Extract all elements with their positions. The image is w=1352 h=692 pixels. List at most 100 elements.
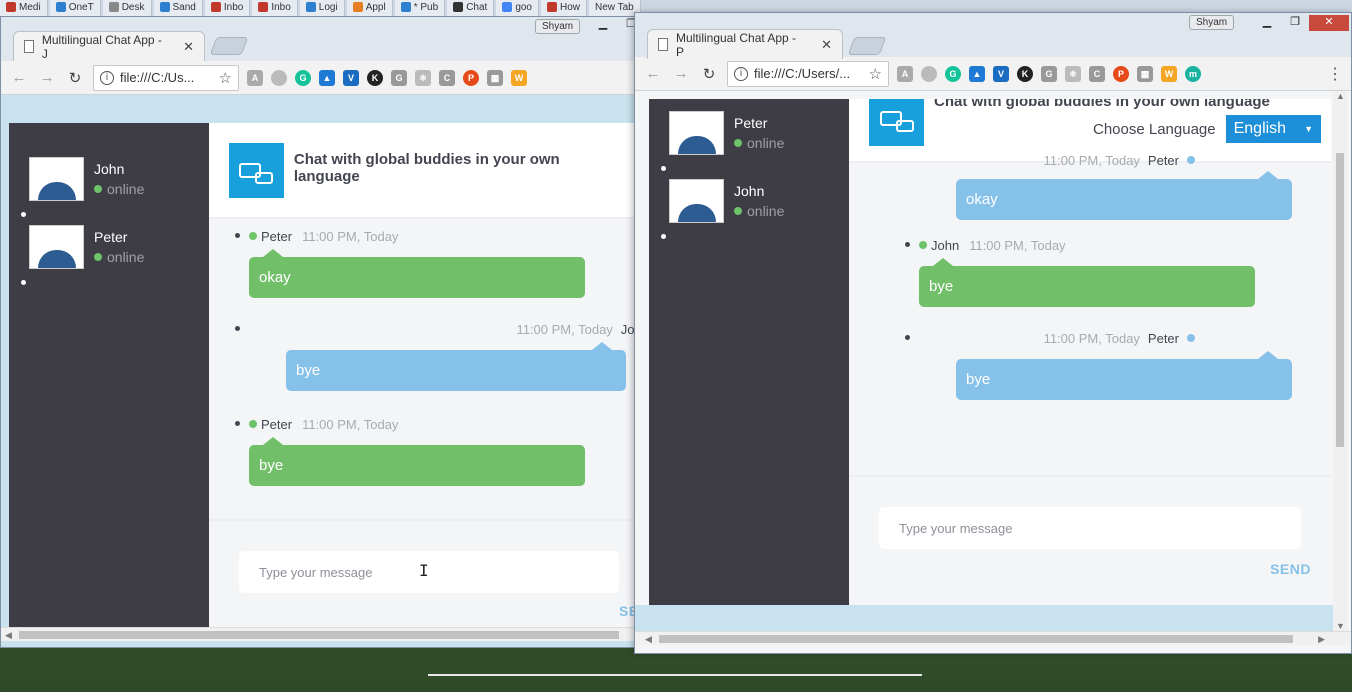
user-badge[interactable]: Shyam: [1189, 15, 1235, 30]
address-bar[interactable]: i file:///C:/Users/... ☆: [727, 60, 889, 87]
avatar: [669, 179, 724, 223]
c-extension-icon[interactable]: C: [1089, 65, 1105, 82]
browser-menu-icon[interactable]: ⋮: [1327, 64, 1343, 84]
background-tab[interactable]: Logi: [299, 0, 345, 16]
message-sender: Peter: [261, 228, 293, 244]
bookmark-star-icon[interactable]: ☆: [219, 69, 232, 87]
chat-bubbles-icon: [869, 99, 924, 146]
grammarly-icon[interactable]: G: [295, 69, 311, 86]
background-tab[interactable]: New Tab: [589, 0, 641, 16]
circle-extension-icon[interactable]: [271, 69, 287, 86]
react-extension-icon[interactable]: ⚛: [415, 69, 431, 86]
background-tab[interactable]: * Pub: [394, 0, 446, 16]
c-extension-icon[interactable]: C: [439, 69, 455, 86]
g-extension-icon[interactable]: G: [1041, 65, 1057, 82]
list-bullet: [235, 326, 240, 331]
scrollbar-thumb[interactable]: [1336, 153, 1344, 447]
text-cursor-icon: I: [419, 561, 429, 580]
background-tab[interactable]: OneT: [49, 0, 101, 16]
v-extension-icon[interactable]: V: [993, 65, 1009, 82]
reload-icon[interactable]: ↻: [699, 65, 719, 83]
scroll-left-icon[interactable]: ◀: [645, 632, 652, 646]
language-select[interactable]: English ▼: [1225, 115, 1321, 143]
new-tab-button[interactable]: [209, 37, 249, 55]
minimize-icon[interactable]: ▁: [589, 17, 617, 33]
back-arrow-icon[interactable]: ←: [643, 65, 663, 82]
react-extension-icon[interactable]: ⚛: [1065, 65, 1081, 82]
grid-extension-icon[interactable]: ▦: [487, 69, 503, 86]
m-extension-icon[interactable]: m: [1185, 65, 1201, 82]
scroll-right-icon[interactable]: ▶: [1318, 632, 1325, 646]
scrollbar-thumb[interactable]: [659, 635, 1293, 643]
background-tab[interactable]: Inbo: [252, 0, 298, 16]
chat-bubbles-icon: [229, 143, 284, 198]
favicon-icon: [453, 2, 464, 13]
close-window-icon[interactable]: ✕: [1309, 15, 1349, 31]
back-arrow-icon[interactable]: ←: [9, 69, 29, 86]
v-extension-icon[interactable]: V: [343, 69, 359, 86]
vertical-scrollbar[interactable]: ▲ ▼: [1333, 91, 1347, 631]
scroll-down-icon[interactable]: ▼: [1336, 621, 1345, 631]
bookmark-star-icon[interactable]: ☆: [869, 65, 882, 83]
k-extension-icon[interactable]: K: [1017, 65, 1033, 82]
k-extension-icon[interactable]: K: [367, 69, 383, 86]
maximize-icon[interactable]: ❐: [1281, 15, 1309, 31]
message-input[interactable]: [239, 551, 619, 593]
background-tab[interactable]: Sand: [153, 0, 203, 16]
contact-item[interactable]: Peter online: [649, 99, 849, 171]
browser-tab[interactable]: Multilingual Chat App - J ✕: [13, 31, 205, 61]
contact-item[interactable]: Peter online: [9, 213, 209, 285]
horizontal-scrollbar[interactable]: ◀ ▶: [635, 631, 1351, 645]
background-tab[interactable]: Appl: [346, 0, 393, 16]
background-tab[interactable]: Desk: [102, 0, 152, 16]
close-tab-icon[interactable]: ✕: [183, 39, 194, 55]
message-item: 11:00 PM, TodayJohn bye: [235, 316, 639, 391]
message-item: Peter 11:00 PM, Today bye: [235, 411, 585, 486]
message-bubble: okay: [249, 249, 585, 298]
bird-extension-icon[interactable]: ▲: [319, 69, 335, 86]
contact-item[interactable]: John online: [649, 167, 849, 239]
background-tab[interactable]: Inbo: [204, 0, 251, 16]
scroll-up-icon[interactable]: ▲: [1336, 91, 1345, 101]
forward-arrow-icon[interactable]: →: [37, 69, 57, 86]
bird-extension-icon[interactable]: ▲: [969, 65, 985, 82]
background-tab[interactable]: How: [541, 0, 588, 16]
message-input[interactable]: [879, 507, 1301, 549]
background-tab[interactable]: Medi: [0, 0, 48, 16]
circle-extension-icon[interactable]: [921, 65, 937, 82]
pdf-extension-icon[interactable]: A: [247, 69, 263, 86]
scroll-left-icon[interactable]: ◀: [5, 628, 12, 642]
reload-icon[interactable]: ↻: [65, 69, 85, 87]
info-icon[interactable]: i: [100, 70, 114, 85]
forward-arrow-icon[interactable]: →: [671, 65, 691, 82]
info-icon[interactable]: i: [734, 66, 748, 81]
message-sender: Peter: [261, 416, 293, 432]
online-status-icon: [249, 420, 257, 428]
chat-app: Peter online John online Chat with globa…: [649, 99, 1331, 605]
g-extension-icon[interactable]: G: [391, 69, 407, 86]
user-badge[interactable]: Shyam: [535, 19, 581, 34]
pdf-extension-icon[interactable]: A: [897, 65, 913, 82]
close-tab-icon[interactable]: ✕: [821, 37, 832, 53]
address-bar[interactable]: i file:///C:/Us... ☆: [93, 64, 239, 91]
message-bubble: bye: [249, 437, 585, 486]
contact-item[interactable]: John online: [9, 145, 209, 217]
scrollbar-thumb[interactable]: [19, 631, 619, 639]
minimize-icon[interactable]: ▁: [1253, 15, 1281, 31]
browser-window-right: Multilingual Chat App - P ✕ Shyam ▁ ❐ ✕ …: [634, 12, 1352, 654]
p-extension-icon[interactable]: P: [463, 69, 479, 86]
list-bullet: [21, 280, 26, 285]
horizontal-scrollbar[interactable]: ◀: [1, 627, 639, 641]
w-extension-icon[interactable]: W: [511, 69, 527, 86]
grammarly-icon[interactable]: G: [945, 65, 961, 82]
p-extension-icon[interactable]: P: [1113, 65, 1129, 82]
background-tab[interactable]: goo: [496, 0, 539, 16]
message-bubble: bye: [919, 258, 1255, 307]
contact-name: John: [734, 183, 765, 199]
browser-tab[interactable]: Multilingual Chat App - P ✕: [647, 29, 843, 59]
w-extension-icon[interactable]: W: [1161, 65, 1177, 82]
new-tab-button[interactable]: [847, 37, 887, 55]
background-tab[interactable]: Chat: [447, 0, 495, 16]
grid-extension-icon[interactable]: ▦: [1137, 65, 1153, 82]
send-button[interactable]: SEND: [1270, 561, 1311, 577]
